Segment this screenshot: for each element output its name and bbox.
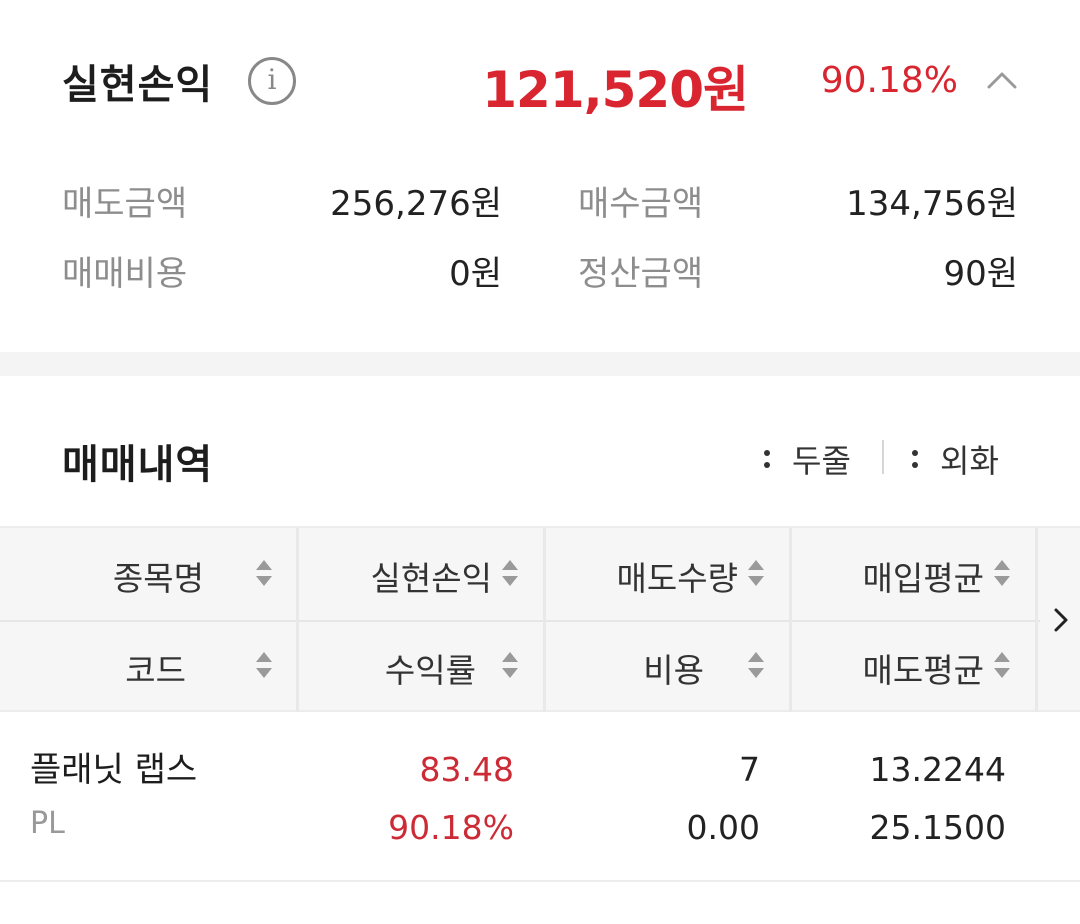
fee-value: 0원 [449, 254, 502, 294]
chevron-right-icon[interactable] [1052, 606, 1070, 634]
sort-icon[interactable] [502, 650, 518, 680]
row-return-rate: 90.18% [388, 808, 514, 847]
sell-amount-label: 매도금액 [62, 184, 188, 224]
header-fee[interactable]: 비용 [643, 644, 704, 692]
row-sell-quantity: 7 [739, 750, 760, 789]
header-realized-pnl[interactable]: 실현손익 [371, 552, 492, 600]
header-buy-average[interactable]: 매입평균 [863, 552, 984, 600]
row-fee: 0.00 [686, 808, 760, 847]
two-lines-option-label: 두줄 [792, 442, 851, 480]
settlement-label: 정산금액 [578, 254, 704, 294]
realized-pnl-summary: 실현손익 i 121,520원 90.18% 매도금액 256,276원 매수금… [0, 0, 1080, 352]
buy-amount-label: 매수금액 [578, 184, 704, 224]
more-vertical-icon [764, 447, 782, 471]
option-separator [882, 440, 884, 474]
fee-label: 매매비용 [62, 254, 188, 294]
sell-amount-value: 256,276원 [330, 184, 502, 224]
row-realized-pnl: 83.48 [419, 750, 514, 789]
foreign-currency-option-label: 외화 [940, 442, 999, 480]
buy-amount-value: 134,756원 [846, 184, 1018, 224]
sort-icon[interactable] [994, 558, 1010, 588]
row-buy-average: 13.2244 [869, 750, 1006, 789]
stock-name[interactable]: 플래닛 랩스 [30, 742, 197, 791]
header-sell-average[interactable]: 매도평균 [863, 644, 984, 692]
sort-icon[interactable] [256, 650, 272, 680]
header-row-divider [0, 620, 1040, 622]
row-sell-average: 25.1500 [869, 808, 1006, 847]
sort-icon[interactable] [502, 558, 518, 588]
summary-title: 실현손익 [62, 62, 214, 108]
foreign-currency-option[interactable]: 외화 [912, 436, 999, 482]
header-stock-name[interactable]: 종목명 [113, 552, 204, 600]
header-return-rate[interactable]: 수익률 [385, 644, 476, 692]
total-realized-amount: 121,520원 [482, 61, 749, 119]
sort-icon[interactable] [748, 650, 764, 680]
total-return-rate: 90.18% [820, 60, 958, 101]
sort-icon[interactable] [994, 650, 1010, 680]
table-row[interactable] [0, 712, 1080, 882]
header-code[interactable]: 코드 [125, 644, 186, 692]
two-lines-option[interactable]: 두줄 [764, 436, 851, 482]
trade-history-title: 매매내역 [62, 442, 214, 488]
header-sell-quantity[interactable]: 매도수량 [617, 552, 738, 600]
section-divider [0, 352, 1080, 376]
settlement-value: 90원 [943, 254, 1018, 294]
info-icon[interactable]: i [248, 57, 296, 105]
chevron-up-icon[interactable] [986, 68, 1018, 92]
stock-code: PL [30, 806, 65, 841]
sort-icon[interactable] [256, 558, 272, 588]
sort-icon[interactable] [748, 558, 764, 588]
more-vertical-icon [912, 447, 930, 471]
